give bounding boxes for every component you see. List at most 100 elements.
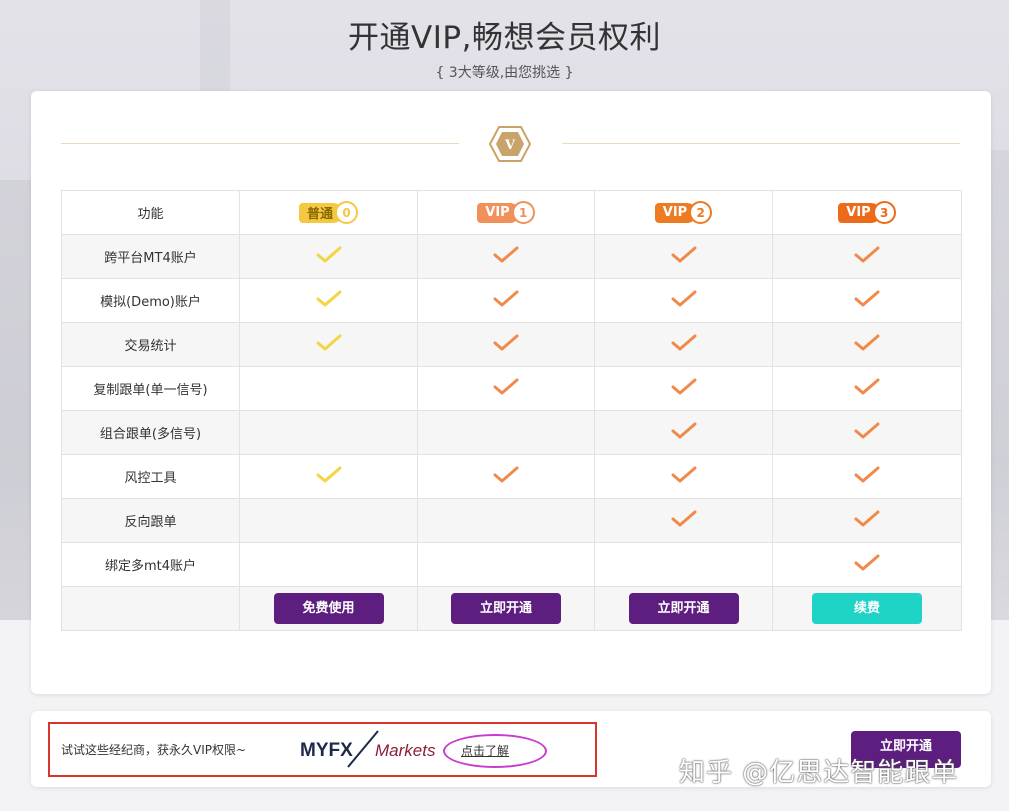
divider-right [562,143,960,144]
feature-label: 绑定多mt4账户 [104,559,197,574]
feature-availability-cell [239,234,418,279]
feature-availability-cell [772,410,962,455]
feature-availability-cell [594,498,773,543]
level-badge-number: 0 [335,201,358,224]
feature-cell: 反向跟单 [61,498,240,543]
logo-text-left: MYFX [300,740,353,761]
level-header-3: VIP 3 [772,190,962,235]
learn-more-link[interactable]: 点击了解 [461,742,509,759]
checkmark-icon [854,554,880,570]
page-title: 开通VIP,畅想会员权利 [348,20,661,56]
feature-availability-cell [239,322,418,367]
checkmark-icon [316,290,341,306]
feature-availability-cell [417,234,595,279]
feature-label: 模拟(Demo)账户 [100,295,201,310]
checkmark-icon [671,246,696,262]
feature-availability-cell [239,542,418,587]
level-badge: VIP 1 [477,201,535,224]
feature-availability-cell [594,542,773,587]
feature-availability-cell [594,234,773,279]
feature-column-header: 功能 [61,190,240,235]
feature-label: 交易统计 [124,339,177,354]
checkmark-icon [493,334,519,350]
promo-text: 试试这些经纪商，获永久VIP权限~ [61,743,247,757]
checkmark-icon [316,334,341,350]
table-row: 跨平台MT4账户 [61,234,962,279]
action-cell: 续费 [772,586,962,631]
level-header-1: VIP 1 [417,190,595,235]
divider-left [61,143,459,144]
feature-label: 反向跟单 [124,515,177,530]
vip-comparison-card: V 功能 普通 0 VIP 1 VIP 2 VIP 3 跨平台MT4账户模拟(Demo)账户 交易统… [31,91,991,694]
action-cell: 立即开通 [594,586,773,631]
logo-text-right: Markets [375,741,436,760]
level-header-0: 普通 0 [239,190,418,235]
feature-cell: 复制跟单(单一信号) [61,366,240,411]
checkmark-icon [671,334,696,350]
feature-availability-cell [417,322,595,367]
level-badge: 普通 0 [298,201,358,224]
feature-availability-cell [772,542,962,587]
level-badge-number: 1 [511,201,535,224]
table-row: 组合跟单(多信号) [61,410,962,455]
level-badge: VIP 3 [838,201,896,224]
feature-availability-cell [239,454,418,499]
action-cell: 免费使用 [239,586,418,631]
level-header-2: VIP 2 [594,190,773,235]
feature-availability-cell [239,410,418,455]
level-badge: VIP 2 [654,201,713,224]
feature-cell: 绑定多mt4账户 [61,542,240,587]
table-row: 风控工具 [61,454,962,499]
feature-availability-cell [594,278,773,323]
checkmark-icon [854,510,880,526]
plan-action-button[interactable]: 续费 [812,593,922,624]
table-header-row: 功能 普通 0 VIP 1 VIP 2 VIP 3 [61,190,962,235]
table-action-row: 免费使用 立即开通 立即开通 续费 [61,586,962,631]
table-row: 交易统计 [61,322,962,367]
feature-availability-cell [417,542,595,587]
svg-text:V: V [504,138,516,153]
feature-availability-cell [239,498,418,543]
checkmark-icon [671,510,696,526]
feature-availability-cell [417,366,595,411]
feature-availability-cell [772,322,962,367]
myfx-markets-logo: MYFX Markets [300,730,436,768]
feature-availability-cell [772,366,962,411]
checkmark-icon [671,422,696,438]
feature-label: 组合跟单(多信号) [99,427,202,442]
level-badge-number: 3 [872,201,896,224]
empty-cell [61,586,240,631]
feature-header-label: 功能 [137,207,164,222]
checkmark-icon [493,290,519,306]
checkmark-icon [671,378,696,394]
table-row: 绑定多mt4账户 [61,542,962,587]
checkmark-icon [854,378,880,394]
checkmark-icon [493,466,519,482]
checkmark-icon [854,334,880,350]
plan-action-button[interactable]: 立即开通 [628,593,739,624]
checkmark-icon [854,422,880,438]
feature-availability-cell [594,366,773,411]
feature-availability-cell [594,322,773,367]
watermark: 知乎 @亿思达智能跟单 [679,758,959,788]
table-row: 模拟(Demo)账户 [61,278,962,323]
feature-availability-cell [417,498,595,543]
plan-action-button[interactable]: 立即开通 [451,593,561,624]
table-row: 反向跟单 [61,498,962,543]
checkmark-icon [671,290,696,306]
feature-cell: 风控工具 [61,454,240,499]
feature-availability-cell [239,278,418,323]
vip-comparison-table: 功能 普通 0 VIP 1 VIP 2 VIP 3 跨平台MT4账户模拟(Demo)账户 交易统计复… [61,190,962,631]
checkmark-icon [493,378,519,394]
action-cell: 立即开通 [417,586,595,631]
feature-cell: 跨平台MT4账户 [61,234,240,279]
feature-availability-cell [417,278,595,323]
checkmark-icon [316,246,341,262]
checkmark-icon [493,246,519,262]
feature-label: 风控工具 [124,471,177,486]
feature-availability-cell [417,454,595,499]
plan-action-button[interactable]: 免费使用 [273,593,384,624]
checkmark-icon [854,466,880,482]
feature-availability-cell [239,366,418,411]
feature-availability-cell [594,410,773,455]
